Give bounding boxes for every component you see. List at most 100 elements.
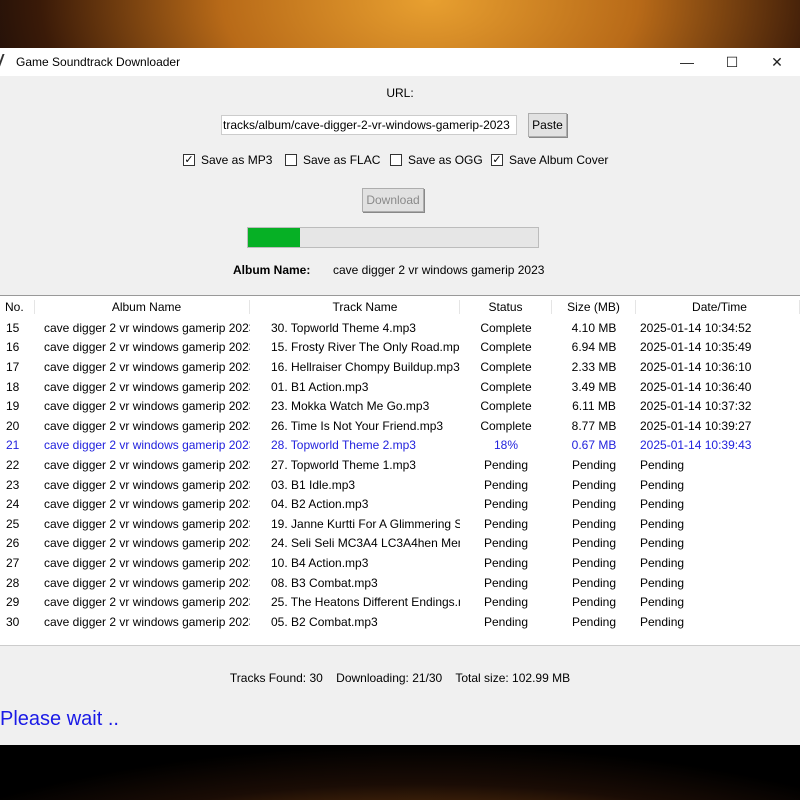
table-row[interactable]: 30 cave digger 2 vr windows gamerip 2023 0… xyxy=(0,612,800,632)
table-cell: 4.10 MB xyxy=(571,320,617,335)
option-checkbox-1[interactable]: Save as FLAC xyxy=(285,153,380,167)
table-header: No. Album Name Track Name Status Size (MB) Da… xyxy=(0,296,800,318)
table-cell: 2.33 MB xyxy=(571,359,617,374)
title-bar: Game Soundtrack Downloader — ☐ ✕ xyxy=(0,48,800,76)
table-cell: Complete xyxy=(480,359,532,374)
table-row[interactable]: 17 cave digger 2 vr windows gamerip 2023 1… xyxy=(0,357,800,377)
table-cell: 21 xyxy=(6,438,20,453)
paste-button[interactable]: Paste xyxy=(528,113,567,137)
table-cell: 8.77 MB xyxy=(571,418,617,433)
close-button[interactable]: ✕ xyxy=(754,48,800,76)
table-row[interactable]: 18 cave digger 2 vr windows gamerip 2023 0… xyxy=(0,377,800,397)
url-label: URL: xyxy=(386,86,414,100)
download-button[interactable]: Download xyxy=(362,188,424,212)
table-cell: 23 xyxy=(6,477,20,492)
table-cell: Complete xyxy=(480,418,532,433)
table-cell: Complete xyxy=(480,399,532,414)
maximize-button[interactable]: ☐ xyxy=(709,48,755,76)
table-cell: Pending xyxy=(571,595,617,610)
table-row[interactable]: 29 cave digger 2 vr windows gamerip 2023 2… xyxy=(0,592,800,612)
table-cell: 26 xyxy=(6,536,20,551)
table-cell: 08. B3 Combat.mp3 xyxy=(271,575,378,590)
table-row[interactable]: 16 cave digger 2 vr windows gamerip 2023 1… xyxy=(0,338,800,358)
table-cell: Pending xyxy=(571,457,617,472)
table-cell: 6.94 MB xyxy=(571,340,617,355)
table-row[interactable]: 25 cave digger 2 vr windows gamerip 2023 1… xyxy=(0,514,800,534)
table-row[interactable]: 23 cave digger 2 vr windows gamerip 2023 0… xyxy=(0,475,800,495)
table-cell: cave digger 2 vr windows gamerip 2023 xyxy=(44,497,250,512)
table-cell: 30. Topworld Theme 4.mp3 xyxy=(271,320,416,335)
table-cell: 30 xyxy=(6,614,20,629)
minimize-button[interactable]: — xyxy=(664,48,710,76)
checkbox-icon[interactable] xyxy=(285,154,297,166)
table-cell: 24 xyxy=(6,497,20,512)
table-cell: 3.49 MB xyxy=(571,379,617,394)
table-cell: 25. The Heatons Different Endings.mp xyxy=(271,595,460,610)
app-window: Game Soundtrack Downloader — ☐ ✕ URL: tr… xyxy=(0,48,800,745)
table-cell: Pending xyxy=(483,575,529,590)
table-cell: 15 xyxy=(6,320,20,335)
table-cell: Pending xyxy=(640,497,685,512)
table-cell: Pending xyxy=(483,477,529,492)
table-row[interactable]: 19 cave digger 2 vr windows gamerip 2023 2… xyxy=(0,396,800,416)
table-cell: Pending xyxy=(571,477,617,492)
table-row[interactable]: 22 cave digger 2 vr windows gamerip 2023 2… xyxy=(0,455,800,475)
table-row[interactable]: 21 cave digger 2 vr windows gamerip 2023 2… xyxy=(0,436,800,456)
table-cell: 0.67 MB xyxy=(571,438,617,453)
window-title: Game Soundtrack Downloader xyxy=(16,55,181,69)
table-cell: 2025-01-14 10:39:27 xyxy=(640,418,752,433)
album-name-label: Album Name: xyxy=(233,263,311,277)
table-cell: Pending xyxy=(640,614,685,629)
table-cell: 24. Seli Seli MC3A4 LC3A4hen Meneer xyxy=(271,536,460,551)
desktop-background xyxy=(0,745,800,800)
table-row[interactable]: 26 cave digger 2 vr windows gamerip 2023 2… xyxy=(0,534,800,554)
checkbox-icon[interactable]: ✓ xyxy=(183,154,195,166)
table-cell: 10. B4 Action.mp3 xyxy=(271,555,369,570)
table-cell: cave digger 2 vr windows gamerip 2023 xyxy=(44,575,250,590)
table-cell: 19 xyxy=(6,399,20,414)
table-cell: Pending xyxy=(640,477,685,492)
table-cell: Pending xyxy=(640,516,685,531)
table-cell: 2025-01-14 10:36:10 xyxy=(640,359,752,374)
table-cell: 18% xyxy=(493,438,519,453)
option-checkbox-3[interactable]: ✓ Save Album Cover xyxy=(491,153,608,167)
table-cell: 01. B1 Action.mp3 xyxy=(271,379,369,394)
album-name-value: cave digger 2 vr windows gamerip 2023 xyxy=(333,263,545,277)
table-cell: Pending xyxy=(571,516,617,531)
tracks-table[interactable]: No. Album Name Track Name Status Size (MB) Da… xyxy=(0,295,800,646)
column-header[interactable]: Track Name xyxy=(250,300,460,314)
table-row[interactable]: 27 cave digger 2 vr windows gamerip 2023 1… xyxy=(0,553,800,573)
table-cell: Complete xyxy=(480,340,532,355)
option-checkbox-2[interactable]: Save as OGG xyxy=(390,153,483,167)
table-cell: Pending xyxy=(640,595,685,610)
table-cell: 20 xyxy=(6,418,20,433)
column-header[interactable]: Album Name xyxy=(35,300,250,314)
table-cell: Pending xyxy=(483,595,529,610)
option-checkbox-0[interactable]: ✓ Save as MP3 xyxy=(183,153,272,167)
table-cell: 2025-01-14 10:37:32 xyxy=(640,399,752,414)
table-cell: Pending xyxy=(571,575,617,590)
column-header[interactable]: No. xyxy=(0,300,35,314)
checkbox-icon[interactable]: ✓ xyxy=(491,154,503,166)
progress-fill xyxy=(248,228,301,247)
table-cell: Pending xyxy=(483,497,529,512)
table-cell: 25 xyxy=(6,516,20,531)
checkbox-icon[interactable] xyxy=(390,154,402,166)
column-header[interactable]: Status xyxy=(460,300,552,314)
table-cell: 04. B2 Action.mp3 xyxy=(271,497,369,512)
table-cell: cave digger 2 vr windows gamerip 2023 xyxy=(44,477,250,492)
table-row[interactable]: 28 cave digger 2 vr windows gamerip 2023 0… xyxy=(0,573,800,593)
table-cell: 28 xyxy=(6,575,20,590)
table-row[interactable]: 24 cave digger 2 vr windows gamerip 2023 0… xyxy=(0,494,800,514)
status-summary: Tracks Found: 30 Downloading: 21/30 Tota… xyxy=(229,671,571,685)
column-header[interactable]: Size (MB) xyxy=(552,300,636,314)
table-cell: Pending xyxy=(483,516,529,531)
table-cell: 2025-01-14 10:35:49 xyxy=(640,340,752,355)
url-input[interactable]: tracks/album/cave-digger-2-vr-windows-ga… xyxy=(221,115,517,135)
column-header[interactable]: Date/Time xyxy=(636,300,800,314)
table-cell: Complete xyxy=(480,379,532,394)
table-cell: cave digger 2 vr windows gamerip 2023 xyxy=(44,418,250,433)
table-row[interactable]: 15 cave digger 2 vr windows gamerip 2023 3… xyxy=(0,318,800,338)
table-row[interactable]: 20 cave digger 2 vr windows gamerip 2023 2… xyxy=(0,416,800,436)
table-cell: 16. Hellraiser Chompy Buildup.mp3 xyxy=(271,359,460,374)
